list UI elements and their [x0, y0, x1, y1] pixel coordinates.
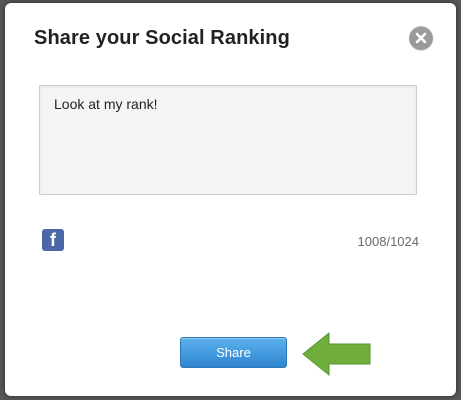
character-counter: 1008/1024: [357, 234, 419, 249]
share-dialog: Share your Social Ranking Look at my ran…: [5, 3, 456, 396]
message-input[interactable]: Look at my rank!: [39, 85, 417, 195]
arrow-left-icon: [302, 331, 371, 377]
close-button[interactable]: [409, 26, 433, 50]
share-button[interactable]: Share: [180, 337, 287, 368]
dialog-title: Share your Social Ranking: [34, 27, 290, 49]
facebook-icon[interactable]: f: [42, 229, 64, 251]
close-icon: [415, 32, 427, 44]
